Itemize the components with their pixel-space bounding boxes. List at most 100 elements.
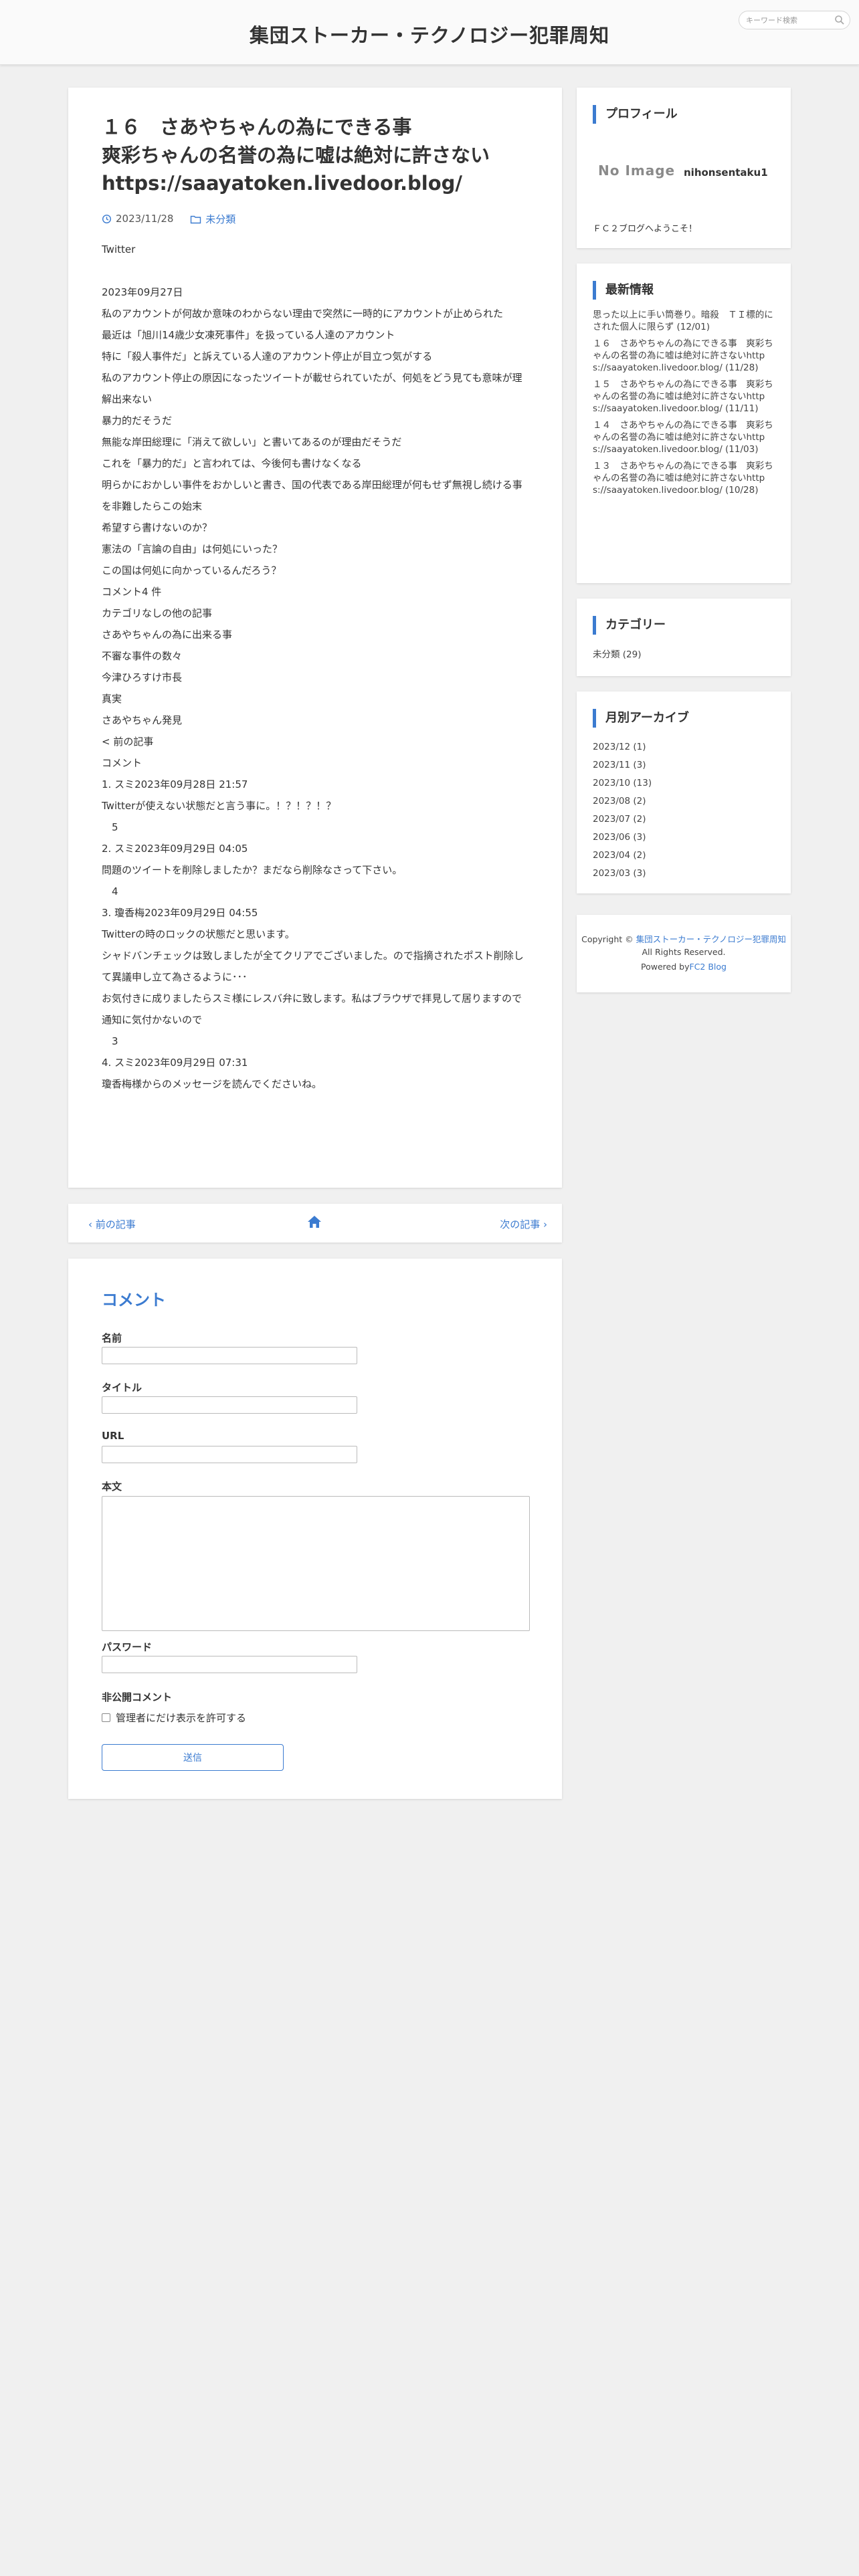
article-meta: 2023/11/28 未分類 [102,212,249,227]
submit-button[interactable]: 送信 [102,1744,284,1771]
private-label: 非公開コメント [102,1691,173,1703]
clock-icon [102,214,112,223]
profile-username: nihonsentaku1 [684,167,768,179]
archive-item[interactable]: 2023/03 (3) [593,865,652,883]
copyright-line: Copyright © 集団ストーカー・テクノロジー犯罪周知 [577,932,791,945]
prev-post-label: 前の記事 [95,1218,136,1230]
body-paragraph: Twitterの時のロックの状態だと思います。 [102,928,295,940]
body-paragraph: さあやちゃん発見 [102,714,183,726]
body-paragraph: 真実 [102,693,122,705]
search-box[interactable] [739,11,850,29]
body-paragraph: コメント4 件 [102,586,162,598]
body-paragraph: 今津ひろすけ市長 [102,671,183,683]
post-category[interactable]: 未分類 [190,212,235,226]
archive-item[interactable]: 2023/04 (2) [593,847,652,865]
body-paragraph: Twitter [102,243,136,255]
recent-item[interactable]: １３ さあやちゃんの為にできる事 爽彩ちゃんの名誉の為に嘘は絶対に許さないhtt… [593,460,775,496]
body-paragraph: 無能な岸田総理に「消えて欲しい」と書いてあるのが理由だそうだ [102,436,402,448]
body-paragraph: 1. スミ2023年09月28日 21:57 [102,778,248,790]
password-field[interactable] [102,1656,357,1673]
body-paragraph: カテゴリなしの他の記事 [102,607,213,619]
body-paragraph: この国は何処に向かっているんだろう？ [102,564,282,576]
copyright-site-link[interactable]: 集団ストーカー・テクノロジー犯罪周知 [636,934,786,944]
copyright-prefix: Copyright © [581,934,636,944]
search-icon[interactable] [834,14,846,26]
body-paragraph: 私のアカウント停止の原因になったツイートが載せられていたが、何処をどう見ても意味… [102,372,522,405]
body-label: 本文 [102,1481,122,1493]
password-label: パスワード [102,1641,153,1653]
title-label: タイトル [102,1382,142,1394]
archive-item[interactable]: 2023/07 (2) [593,811,652,829]
body-paragraph: 問題のツイートを削除しましたか？まだなら削除なさって下さい。 [102,864,403,876]
chevron-right-icon: › [540,1218,547,1230]
search-input[interactable] [745,13,831,27]
comment-form: コメント 名前 タイトル URL 本文 パスワード 非公開コメント 管理者にだけ… [68,1259,562,1799]
post-date: 2023/11/28 [102,213,173,225]
profile-intro: ＦＣ２ブログへようこそ！ [593,224,698,234]
archive-item[interactable]: 2023/08 (2) [593,792,652,811]
article-title: １６ さあやちゃんの為にできる事 爽彩ちゃんの名誉の為に嘘は絶対に許さない ht… [102,113,537,197]
body-paragraph: 不審な事件の数々 [102,650,183,662]
copyright-widget: Copyright © 集団ストーカー・テクノロジー犯罪周知 All Right… [577,915,791,992]
body-paragraph: 5 [102,821,118,833]
archive-item[interactable]: 2023/10 (13) [593,774,652,792]
category-heading: カテゴリー [593,616,666,635]
body-paragraph: 暴力的だそうだ [102,415,173,427]
copyright-rights: All Rights Reserved. [642,947,726,957]
body-paragraph: 希望すら書けないのか？ [102,522,213,534]
chevron-left-icon: ‹ [88,1218,96,1230]
next-post-label: 次の記事 [500,1218,541,1230]
comment-heading: コメント [102,1291,166,1309]
prev-post-link[interactable]: ‹ 前の記事 [88,1217,136,1231]
title-field[interactable] [102,1396,357,1414]
category-item[interactable]: 未分類 (29) [593,647,642,660]
site-title[interactable]: 集団ストーカー・テクノロジー犯罪周知 [0,20,859,48]
archive-item[interactable]: 2023/12 (1) [593,738,652,756]
body-paragraph: < 前の記事 [102,736,154,748]
url-field[interactable] [102,1446,357,1463]
recent-heading: 最新情報 [593,281,654,300]
body-paragraph: 4 [102,885,118,897]
body-textarea[interactable] [102,1496,530,1631]
body-paragraph: 2023年09月27日 [102,286,183,298]
archive-list: 2023/12 (1) 2023/11 (3) 2023/10 (13) 202… [593,738,652,883]
name-label: 名前 [102,1332,122,1344]
private-option-label: 管理者にだけ表示を許可する [116,1712,247,1724]
recent-item[interactable]: 思った以上に手い筒巻り。暗殺 ＴＩ標的にされた個人に限らず (12/01) [593,309,775,333]
home-icon[interactable] [306,1214,322,1232]
archive-widget: 月別アーカイブ 2023/12 (1) 2023/11 (3) 2023/10 … [577,691,791,893]
next-post-link[interactable]: 次の記事 › [500,1217,547,1231]
body-paragraph: 3. 瓊香梅2023年09月29日 04:55 [102,907,258,919]
post-category-link[interactable]: 未分類 [205,212,235,226]
post-date-text: 2023/11/28 [116,213,174,225]
name-field[interactable] [102,1347,357,1364]
private-option[interactable]: 管理者にだけ表示を許可する [102,1711,246,1725]
recent-item[interactable]: １６ さあやちゃんの為にできる事 爽彩ちゃんの名誉の為に嘘は絶対に許さないhtt… [593,338,775,374]
post-pager: ‹ 前の記事 次の記事 › [68,1204,562,1243]
powered-link[interactable]: FC2 Blog [689,962,726,972]
body-paragraph: 特に「殺人事件だ」と訴えている人達のアカウント停止が目立つ気がする [102,350,433,362]
body-paragraph: 私のアカウントが何故か意味のわからない理由で突然に一時的にアカウントが止められた [102,308,504,320]
category-widget: カテゴリー 未分類 (29) [577,599,791,676]
profile-widget: プロフィール No Image nihonsentaku1 ＦＣ２ブログへようこ… [577,88,791,248]
body-paragraph: シャドバンチェックは致しましたが全てクリアでございました。ので指摘されたポスト削… [102,950,524,983]
folder-icon [191,215,201,223]
powered-line: Powered byFC2 Blog [577,962,791,972]
article-body: Twitter 2023年09月27日私のアカウントが何故か意味のわからない理由で… [102,239,530,1095]
body-paragraph: 明らかにおかしい事件をおかしいと書き、国の代表である岸田総理が何もせず無視し続け… [102,479,522,512]
body-paragraph: これを「暴力的だ」と言われては、今後何も書けなくなる [102,457,362,469]
body-paragraph [102,260,530,282]
archive-item[interactable]: 2023/11 (3) [593,756,652,774]
recent-item[interactable]: １４ さあやちゃんの為にできる事 爽彩ちゃんの名誉の為に嘘は絶対に許さないhtt… [593,419,775,455]
body-paragraph: さあやちゃんの為に出来る事 [102,629,233,641]
body-paragraph: お気付きに成りましたらスミ様にレスバ弁に致します。私はブラウザで拝見して居ります… [102,992,522,1004]
url-label: URL [102,1430,124,1442]
body-paragraph: 最近は「旭川14歳少女凍死事件」を扱っている人達のアカウント [102,329,395,341]
body-paragraph: Twitterが使えない状態だと言う事に。！？！？！？ [102,800,337,812]
article-title-line: １６ さあやちゃんの為にできる事 [102,116,412,138]
archive-item[interactable]: 2023/06 (3) [593,829,652,847]
body-paragraph: 瓊香梅様からのメッセージを読んでくださいね。 [102,1078,322,1090]
recent-list: 思った以上に手い筒巻り。暗殺 ＴＩ標的にされた個人に限らず (12/01) １６… [593,309,775,501]
recent-item[interactable]: １５ さあやちゃんの為にできる事 爽彩ちゃんの名誉の為に嘘は絶対に許さないhtt… [593,379,775,415]
private-checkbox[interactable] [102,1713,110,1722]
